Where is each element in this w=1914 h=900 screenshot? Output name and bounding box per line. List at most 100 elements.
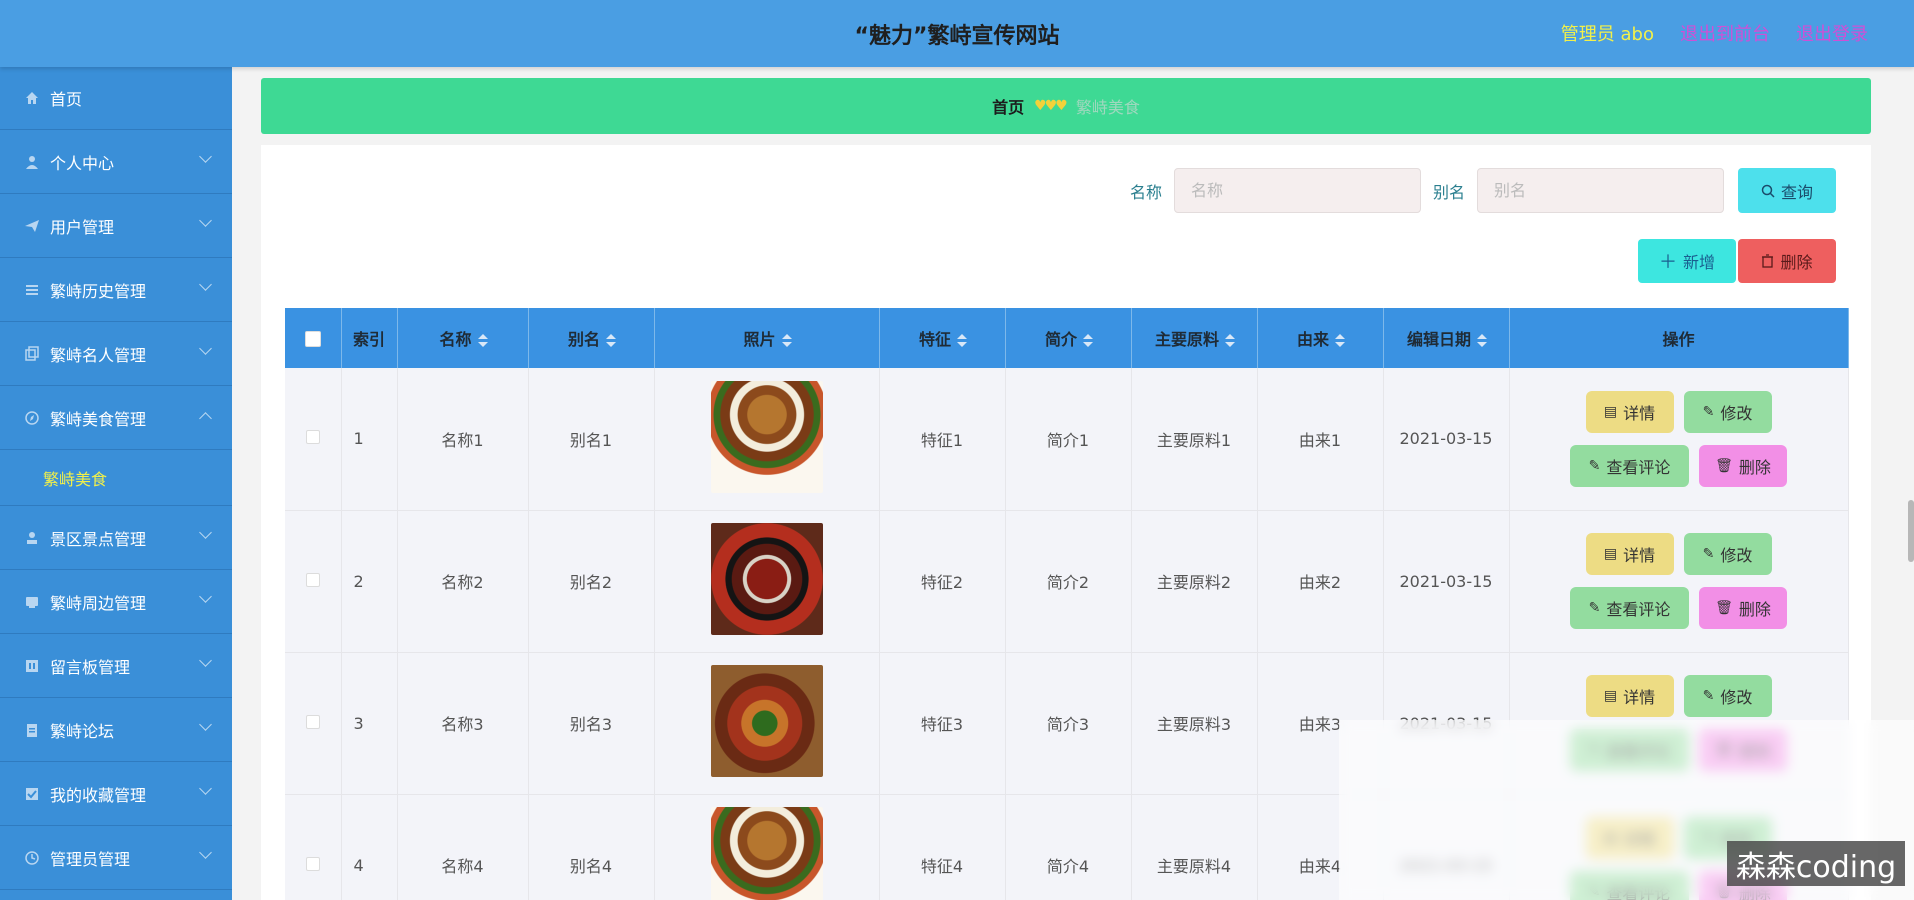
edit-button[interactable]: ✎ 修改 [1683, 390, 1772, 433]
name-cell: 名称4 [397, 794, 529, 900]
sidebar-item-history[interactable]: 繁峙历史管理 [0, 258, 232, 322]
food-photo[interactable] [710, 665, 823, 777]
date-cell: 2021-03-15 [1383, 368, 1510, 511]
chevron-down-icon [199, 150, 212, 163]
index-cell: 3 [341, 652, 398, 795]
column-header[interactable]: 简介 [1005, 308, 1132, 368]
sort-icon[interactable] [1225, 333, 1235, 348]
detail-button[interactable]: ▤ 详情 [1585, 390, 1674, 433]
user-icon [24, 154, 40, 170]
food-photo[interactable] [710, 523, 823, 635]
sort-icon[interactable] [781, 333, 792, 348]
column-header: 操作 [1509, 308, 1849, 368]
sort-icon[interactable] [957, 333, 967, 348]
column-header[interactable]: 照片 [654, 308, 880, 368]
trash-icon: 🗑 [1715, 457, 1733, 474]
ops-cell: ▤ 详情 ✎ 修改 ✎ 查看评论 🗑 删除 [1509, 368, 1849, 511]
sidebar-item-label: 我的收藏管理 [50, 785, 147, 805]
row-delete-button[interactable]: 🗑 删除 [1699, 587, 1787, 629]
sidebar-item-celebrities[interactable]: 繁峙名人管理 [0, 322, 232, 386]
logout-link[interactable]: 退出登录 [1796, 20, 1868, 46]
row-checkbox[interactable] [305, 430, 320, 445]
feature-cell: 特征2 [879, 510, 1006, 653]
row-checkbox[interactable] [305, 714, 320, 729]
index-cell: 1 [341, 368, 398, 511]
sidebar-item-message-board[interactable]: 留言板管理 [0, 634, 232, 698]
view-comments-button[interactable]: ✎ 查看评论 [1570, 587, 1689, 629]
comment-label: 查看评论 [1606, 600, 1671, 619]
sidebar-item-surroundings[interactable]: 繁峙周边管理 [0, 570, 232, 634]
breadcrumb-home[interactable]: 首页 [992, 94, 1024, 118]
sort-icon[interactable] [1335, 333, 1345, 348]
select-all-checkbox[interactable] [304, 331, 321, 347]
sidebar-item-food-management[interactable]: 繁峙美食管理 [0, 386, 232, 450]
chevron-down-icon [199, 782, 212, 795]
sidebar-item-admins[interactable]: 管理员管理 [0, 826, 232, 890]
sort-icon[interactable] [1083, 333, 1093, 348]
sidebar-item-user-management[interactable]: 用户管理 [0, 194, 232, 258]
view-comments-button[interactable]: ✎ 查看评论 [1570, 444, 1689, 487]
intro-cell: 简介3 [1005, 652, 1132, 795]
sidebar-item-favorites[interactable]: 我的收藏管理 [0, 762, 232, 826]
food-photo[interactable] [710, 807, 823, 900]
chevron-down-icon [199, 718, 212, 731]
sort-icon[interactable] [1477, 333, 1487, 348]
alias-cell: 别名4 [528, 794, 655, 900]
sort-icon[interactable] [606, 333, 616, 348]
chevron-down-icon [199, 214, 212, 227]
query-button[interactable]: 查询 [1738, 168, 1836, 213]
sidebar-item-label: 管理员管理 [50, 849, 131, 869]
sidebar-item-home[interactable]: 首页 [0, 67, 232, 130]
edit-button[interactable]: ✎ 修改 [1683, 675, 1772, 717]
row-select-cell [285, 510, 342, 653]
intro-cell: 简介1 [1005, 368, 1132, 511]
sidebar-item-personal-center[interactable]: 个人中心 [0, 130, 232, 194]
name-search-input[interactable] [1173, 168, 1421, 213]
origin-cell: 由来1 [1257, 368, 1384, 511]
sidebar-item-label: 首页 [50, 90, 83, 109]
breadcrumb-current: 繁峙美食 [1075, 98, 1140, 117]
column-header[interactable]: 特征 [879, 308, 1006, 368]
pencil-icon: ✎ [1702, 403, 1715, 420]
feature-cell: 特征3 [879, 652, 1006, 795]
detail-button[interactable]: ▤ 详情 [1585, 533, 1674, 575]
add-button[interactable]: ＋ 新增 [1638, 239, 1736, 283]
folder-icon [24, 594, 40, 610]
detail-button[interactable]: ▤ 详情 [1585, 675, 1674, 717]
query-button-label: 查询 [1780, 182, 1813, 202]
intro-cell: 简介2 [1005, 510, 1132, 653]
row-checkbox[interactable] [305, 572, 320, 587]
sidebar-item-scenic-spots[interactable]: 景区景点管理 [0, 506, 232, 570]
row-delete-button[interactable]: 🗑 删除 [1699, 444, 1787, 487]
sidebar-item-label: 繁峙历史管理 [50, 281, 147, 301]
sidebar-item-forum[interactable]: 繁峙论坛 [0, 698, 232, 762]
alias-search-input[interactable] [1477, 168, 1724, 213]
sort-icon[interactable] [477, 333, 488, 348]
row-select-cell [285, 794, 342, 900]
column-header[interactable]: 由来 [1257, 308, 1384, 368]
document-icon: ▤ [1603, 688, 1618, 704]
column-header[interactable]: 别名 [528, 308, 655, 368]
submenu-item-food[interactable]: 繁峙美食 [0, 450, 232, 506]
column-header[interactable]: 名称 [397, 308, 529, 368]
column-header[interactable]: 编辑日期 [1383, 308, 1510, 368]
chevron-down-icon [199, 342, 212, 355]
page-scrollbar[interactable] [1908, 500, 1914, 562]
sidebar: 首页 个人中心 用户管理 繁峙历史管理 繁峙名人管理 繁峙美食管理 繁峙美食 景… [0, 67, 232, 900]
sidebar-item-label: 繁峙名人管理 [50, 345, 147, 365]
batch-delete-button[interactable]: 删除 [1738, 239, 1836, 283]
column-label: 索引 [352, 330, 385, 349]
row-checkbox[interactable] [305, 856, 320, 871]
row-select-cell [285, 652, 342, 795]
back-to-frontend-link[interactable]: 退出到前台 [1680, 20, 1770, 46]
food-photo[interactable] [710, 380, 823, 493]
row-select-cell [285, 368, 342, 511]
sidebar-item-label: 繁峙周边管理 [50, 593, 147, 613]
action-buttons: ＋ 新增 删除 [1638, 239, 1836, 283]
column-header[interactable]: 主要原料 [1131, 308, 1258, 368]
photo-cell [654, 368, 880, 511]
column-label: 别名 [567, 330, 600, 349]
ingredients-cell: 主要原料3 [1131, 652, 1258, 795]
edit-button[interactable]: ✎ 修改 [1683, 533, 1772, 575]
breadcrumb: 首页 ♥♥♥ 繁峙美食 [261, 78, 1871, 134]
